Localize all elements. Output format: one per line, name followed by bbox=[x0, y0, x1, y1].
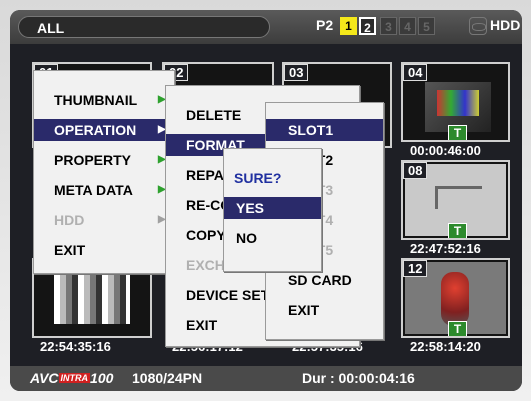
thumbnail-12[interactable]: 12 T bbox=[401, 258, 510, 338]
thumbnail-number: 08 bbox=[403, 162, 428, 179]
slot-5-indicator: 5 bbox=[418, 17, 435, 35]
menu-item-thumbnail[interactable]: THUMBNAIL ▶ bbox=[34, 89, 174, 111]
main-menu: THUMBNAIL ▶ OPERATION ▶ PROPERTY ▶ META … bbox=[33, 70, 175, 274]
confirm-no-button[interactable]: NO bbox=[224, 227, 321, 249]
menu-item-hdd: HDD ▶ bbox=[34, 209, 174, 231]
menu-item-exit[interactable]: EXIT bbox=[34, 239, 174, 261]
codec-intra-badge: INTRA bbox=[58, 373, 91, 383]
menu-item-slot1[interactable]: SLOT1 bbox=[266, 119, 383, 141]
menu-item-operation[interactable]: OPERATION ▶ bbox=[34, 119, 174, 141]
top-bar: ALL P2 1 2 3 4 5 HDD bbox=[10, 10, 522, 44]
doll-image bbox=[441, 272, 469, 326]
confirm-yes-button[interactable]: YES bbox=[224, 197, 321, 219]
menu-item-label: OPERATION bbox=[54, 122, 137, 138]
confirm-question: SURE? bbox=[234, 170, 282, 186]
camera-monitor-image bbox=[437, 90, 479, 116]
codec-prefix: AVC bbox=[30, 370, 59, 386]
machine-image bbox=[435, 186, 482, 209]
slot-2-indicator: 2 bbox=[359, 17, 376, 35]
hdd-disk-icon bbox=[469, 17, 487, 35]
menu-item-label: HDD bbox=[54, 212, 85, 228]
slot-3-indicator: 3 bbox=[380, 17, 397, 35]
thumbnail-number: 12 bbox=[403, 260, 428, 277]
timecode-12: 22:58:14:20 bbox=[410, 339, 481, 354]
menu-item-meta-data[interactable]: META DATA ▶ bbox=[34, 179, 174, 201]
clip-duration: Dur : 00:00:04:16 bbox=[302, 370, 415, 386]
thumbnail-number: 03 bbox=[284, 64, 309, 81]
timecode-08: 22:47:52:16 bbox=[410, 241, 481, 256]
filter-all-label[interactable]: ALL bbox=[18, 16, 270, 38]
menu-item-property[interactable]: PROPERTY ▶ bbox=[34, 149, 174, 171]
hdd-label: HDD bbox=[490, 17, 521, 33]
menu-item-label: EXIT bbox=[54, 242, 86, 258]
test-pattern-image bbox=[54, 274, 130, 324]
thumbnail-screen: ALL P2 1 2 3 4 5 HDD 01 02 03 04 T 00:00… bbox=[10, 10, 522, 391]
thumbnail-08[interactable]: 08 T bbox=[401, 160, 510, 240]
confirm-dialog: SURE? YES NO bbox=[223, 148, 322, 272]
menu-item-sd-card[interactable]: SD CARD bbox=[266, 269, 383, 291]
codec-suffix: 100 bbox=[90, 370, 114, 386]
thumbnail-04[interactable]: 04 T bbox=[401, 62, 510, 142]
menu-item-label: PROPERTY bbox=[54, 152, 132, 168]
menu-item-exit[interactable]: EXIT bbox=[266, 299, 383, 321]
slot-4-indicator: 4 bbox=[399, 17, 416, 35]
text-memo-badge: T bbox=[448, 321, 467, 336]
text-memo-badge: T bbox=[448, 223, 467, 238]
timecode-04: 00:00:46:00 bbox=[410, 143, 481, 158]
thumbnail-number: 04 bbox=[403, 64, 428, 81]
bottom-status-bar: AVC INTRA 100 1080/24PN Dur : 00:00:04:16 bbox=[10, 366, 522, 391]
codec-logo: AVC INTRA 100 bbox=[30, 370, 113, 386]
slot-1-indicator: 1 bbox=[340, 17, 357, 35]
menu-item-label: META DATA bbox=[54, 182, 133, 198]
video-format: 1080/24PN bbox=[132, 370, 203, 386]
p2-label: P2 bbox=[316, 17, 334, 33]
menu-item-label: THUMBNAIL bbox=[54, 92, 138, 108]
text-memo-badge: T bbox=[448, 125, 467, 140]
timecode-01: 22:54:35:16 bbox=[40, 339, 111, 354]
